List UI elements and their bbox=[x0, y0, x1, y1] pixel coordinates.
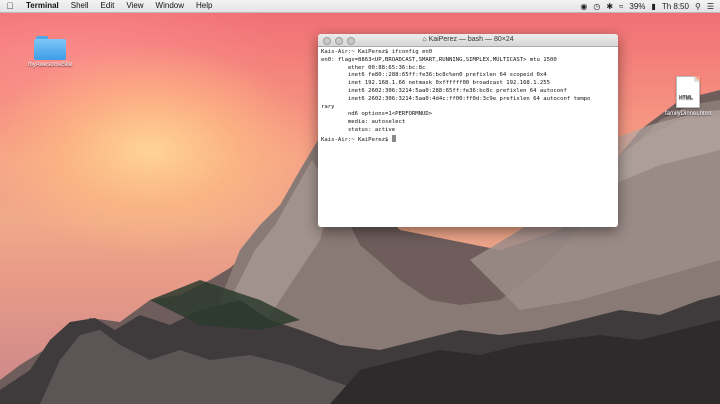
terminal-line: ether 00:88:65:36:bc:8c bbox=[321, 64, 426, 71]
terminal-line: en0: flags=8863<UP,BROADCAST,SMART,RUNNI… bbox=[321, 56, 557, 63]
terminal-line: Kais-Air:~ KaiPerez$ ifconfig en0 bbox=[321, 49, 433, 55]
menu-help[interactable]: Help bbox=[190, 0, 218, 12]
status-area: ◉ ◷ ✱ ≈ 39% ▮ Th 8:50 ⚲ ☰ bbox=[580, 0, 714, 12]
terminal-output[interactable]: Kais-Air:~ KaiPerez$ ifconfig en0 en0: fl… bbox=[318, 47, 618, 147]
terminal-line: status: active bbox=[321, 126, 396, 133]
record-icon[interactable]: ◉ bbox=[580, 2, 587, 11]
spotlight-search-icon[interactable]: ⚲ bbox=[695, 2, 701, 11]
terminal-titlebar[interactable]: ⌂ KaiPerez — bash — 80×24 bbox=[318, 34, 618, 47]
window-title-text: KaiPerez — bash — 80×24 bbox=[428, 36, 514, 43]
file-type-badge: HTML bbox=[679, 95, 693, 101]
folder-icon bbox=[34, 36, 66, 60]
desktop-icon-label: myAwesomeSite bbox=[27, 62, 73, 68]
window-title: ⌂ KaiPerez — bash — 80×24 bbox=[318, 34, 618, 46]
menu-bar:  Terminal Shell Edit View Window Help ◉… bbox=[0, 0, 720, 13]
home-folder-icon: ⌂ bbox=[422, 36, 427, 43]
battery-icon[interactable]: ▮ bbox=[651, 2, 655, 11]
text-cursor bbox=[391, 134, 396, 142]
clock[interactable]: Th 8:50 bbox=[662, 2, 689, 11]
notification-center-icon[interactable]: ☰ bbox=[707, 2, 714, 11]
menu-shell[interactable]: Shell bbox=[65, 0, 95, 12]
terminal-line: nd6 options=1<PERFORMNUD> bbox=[321, 111, 433, 118]
terminal-prompt-line[interactable]: Kais-Air:~ KaiPerez$ bbox=[321, 134, 615, 145]
terminal-line: inet6 2602:306:3214:5aa0:288:65ff:fe36:b… bbox=[321, 87, 567, 94]
html-file-icon: HTML bbox=[676, 76, 700, 108]
battery-percent[interactable]: 39% bbox=[629, 2, 645, 11]
desktop-file-familydinner[interactable]: HTML familyDinner.html bbox=[660, 76, 716, 117]
menu-edit[interactable]: Edit bbox=[95, 0, 121, 12]
desktop-folder-myawesomesite[interactable]: myAwesomeSite bbox=[22, 36, 78, 68]
time-machine-icon[interactable]: ◷ bbox=[593, 2, 600, 11]
terminal-line: rary bbox=[321, 103, 335, 110]
menu-window[interactable]: Window bbox=[150, 0, 190, 12]
wifi-icon[interactable]: ≈ bbox=[619, 2, 623, 11]
menu-terminal[interactable]: Terminal bbox=[20, 0, 65, 12]
menu-view[interactable]: View bbox=[120, 0, 149, 12]
terminal-line: inet6 2602:306:3214:5aa0:4d4c:ff00:ff0d:… bbox=[321, 95, 591, 102]
desktop-icon-label: familyDinner.html bbox=[664, 111, 711, 117]
terminal-line: inet6 fe80::288:65ff:fe36:bc8c%en0 prefi… bbox=[321, 72, 547, 79]
apple-menu-icon[interactable]:  bbox=[0, 1, 20, 11]
bluetooth-icon[interactable]: ✱ bbox=[606, 2, 613, 11]
terminal-window[interactable]: ⌂ KaiPerez — bash — 80×24 Kais-Air:~ KaiP… bbox=[318, 34, 618, 227]
terminal-line: inet 192.168.1.66 netmask 0xffffff00 bro… bbox=[321, 80, 551, 87]
terminal-line: media: autoselect bbox=[321, 119, 406, 126]
terminal-prompt: Kais-Air:~ KaiPerez$ bbox=[321, 136, 392, 143]
